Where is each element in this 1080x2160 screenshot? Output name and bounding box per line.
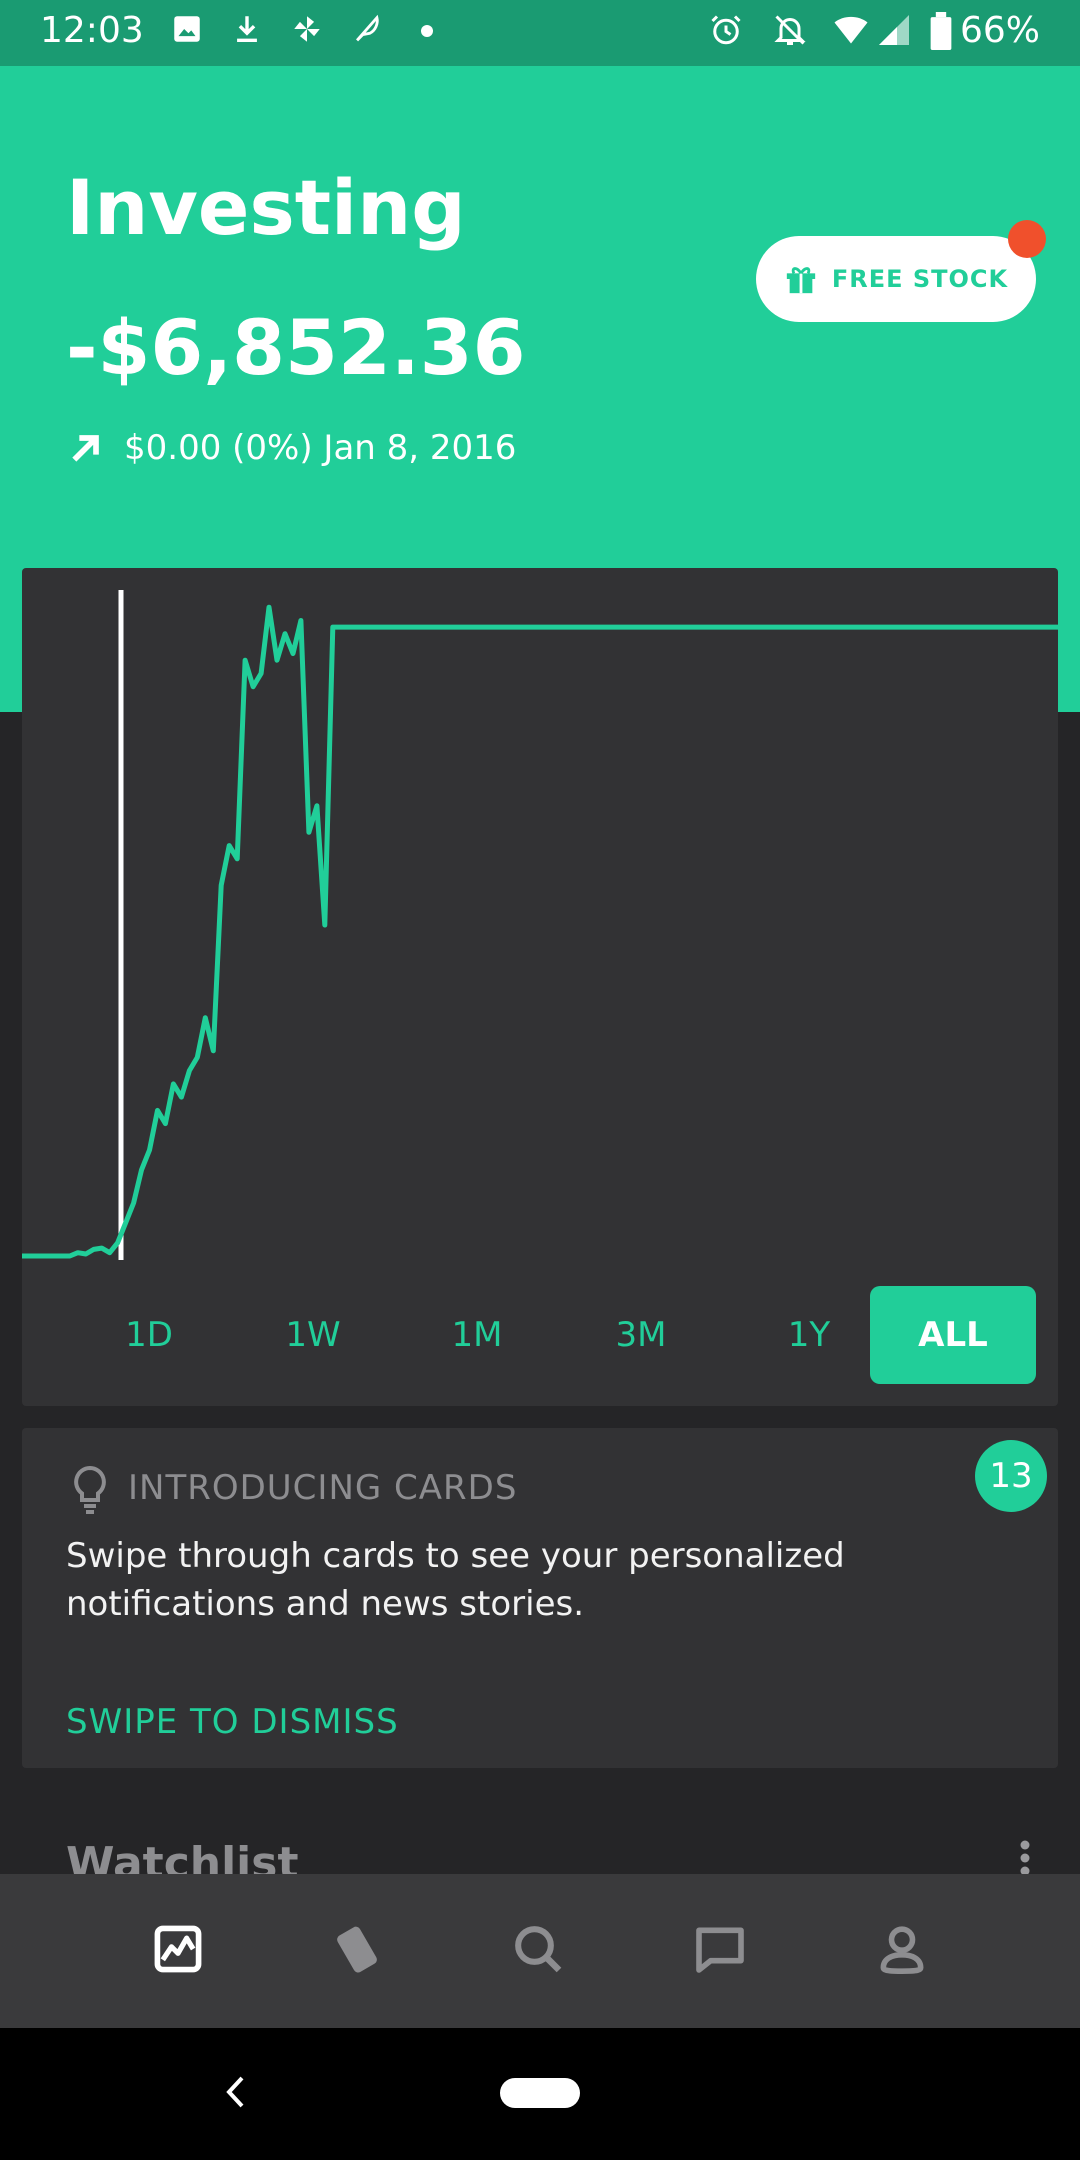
range-1d-button[interactable]: 1D xyxy=(66,1286,232,1384)
arrow-up-right-icon xyxy=(72,435,99,462)
battery-icon xyxy=(930,12,952,50)
download-icon xyxy=(237,16,257,43)
back-icon[interactable] xyxy=(220,2072,250,2112)
nav-messages[interactable] xyxy=(685,1914,755,1984)
signal-icon xyxy=(879,15,909,45)
card-body: Swipe through cards to see your personal… xyxy=(66,1536,845,1624)
feather-icon xyxy=(356,14,379,42)
nav-portfolio[interactable] xyxy=(143,1914,213,1984)
change-text: $0.00 (0%) Jan 8, 2016 xyxy=(124,428,517,468)
free-stock-label: FREE STOCK xyxy=(831,265,1009,293)
page-title: Investing xyxy=(66,163,466,252)
card-title: INTRODUCING CARDS xyxy=(128,1468,518,1508)
portfolio-line xyxy=(22,604,1058,1259)
portfolio-balance: -$6,852.36 xyxy=(66,303,526,392)
free-stock-button[interactable]: FREE STOCK xyxy=(756,236,1036,322)
more-options-icon[interactable] xyxy=(1018,1840,1032,1876)
wifi-icon xyxy=(834,16,868,44)
dot-icon xyxy=(421,25,433,37)
battery-percent: 66% xyxy=(959,10,1040,51)
notifications-off-icon xyxy=(774,15,806,45)
search-icon xyxy=(515,1926,562,1973)
nav-cards[interactable] xyxy=(323,1914,393,1984)
portfolio-icon xyxy=(154,1925,202,1973)
bottom-navigation xyxy=(0,1874,1080,2028)
gift-icon xyxy=(786,267,816,294)
account-icon xyxy=(880,1926,924,1974)
range-selector: 1D 1W 1M 3M 1Y ALL xyxy=(22,1286,1058,1386)
portfolio-chart-card: 1D 1W 1M 3M 1Y ALL xyxy=(22,568,1058,1406)
nav-account[interactable] xyxy=(867,1914,937,1984)
notification-dot xyxy=(1008,220,1046,258)
portfolio-chart[interactable] xyxy=(22,568,1058,1268)
image-icon xyxy=(174,16,200,42)
status-time: 12:03 xyxy=(40,10,144,51)
cards-icon xyxy=(337,1926,377,1973)
pinwheel-icon xyxy=(294,16,320,42)
change-row: $0.00 (0%) Jan 8, 2016 xyxy=(66,428,516,468)
system-navigation-bar xyxy=(0,2028,1080,2160)
home-button[interactable] xyxy=(500,2078,580,2108)
status-bar: 12:03 66% xyxy=(0,0,1080,66)
alarm-icon xyxy=(711,15,741,45)
range-1y-button[interactable]: 1Y xyxy=(726,1286,892,1384)
introducing-cards-card[interactable]: INTRODUCING CARDS Swipe through cards to… xyxy=(22,1428,1058,1768)
range-1m-button[interactable]: 1M xyxy=(394,1286,560,1384)
range-all-button[interactable]: ALL xyxy=(870,1286,1036,1384)
swipe-to-dismiss-link[interactable]: SWIPE TO DISMISS xyxy=(66,1702,399,1742)
messages-icon xyxy=(696,1927,744,1973)
lightbulb-icon xyxy=(74,1465,106,1514)
card-count-badge: 13 xyxy=(975,1440,1047,1512)
range-3m-button[interactable]: 3M xyxy=(558,1286,724,1384)
nav-search[interactable] xyxy=(503,1914,573,1984)
range-1w-button[interactable]: 1W xyxy=(230,1286,396,1384)
